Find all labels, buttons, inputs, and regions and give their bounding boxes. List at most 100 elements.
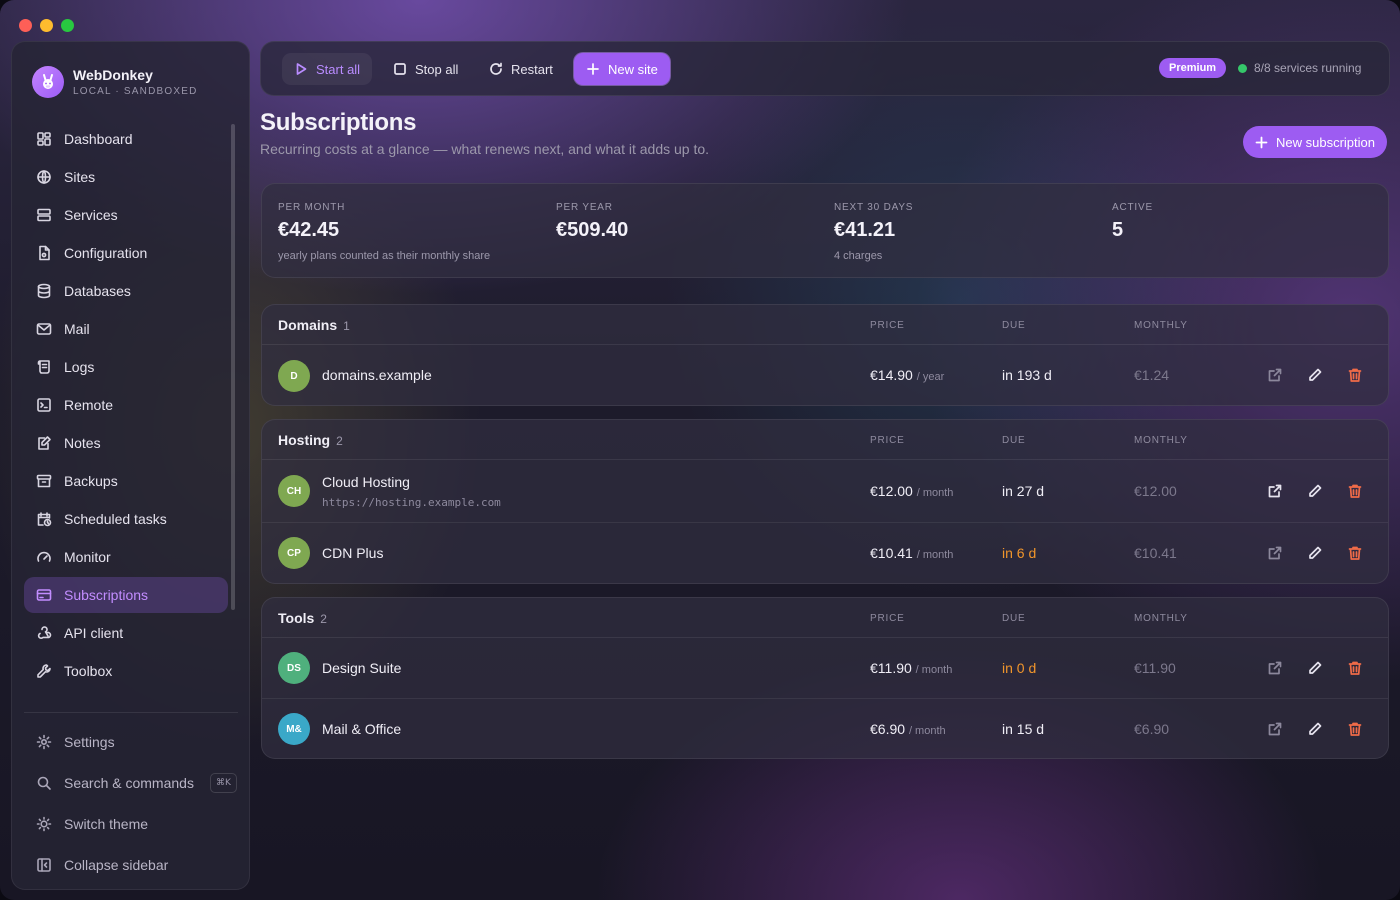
zoom-window-button[interactable] [61,19,74,32]
start-all-button[interactable]: Start all [282,53,373,85]
open-link-button[interactable] [1267,545,1285,563]
sidebar-item-monitor[interactable]: Monitor [24,539,228,575]
switch-theme-button[interactable]: Switch theme [24,804,238,844]
services-status: 8/8 services running [1238,61,1361,75]
status-text: 8/8 services running [1254,61,1362,75]
avatar: CP [278,537,310,569]
search-commands-button[interactable]: Search & commands ⌘K [24,763,238,803]
sidebar-item-sites[interactable]: Sites [24,159,228,195]
column-header-due: DUE [1002,613,1026,624]
settings-label: Settings [64,734,115,750]
sidebar-collapse-icon [37,858,51,872]
sidebar-item-api-client[interactable]: API client [24,615,228,651]
subscription-row[interactable]: CH Cloud Hosting https://hosting.example… [262,460,1388,523]
wrench-icon [37,664,51,678]
open-link-button[interactable] [1267,660,1285,678]
brand[interactable]: WebDonkey LOCAL · SANDBOXED [32,66,198,98]
price-value: €12.00 [870,483,913,499]
trash-icon [1348,484,1362,498]
subscription-row[interactable]: M& Mail & Office €6.90 / month in 15 d €… [262,699,1388,758]
calendar-clock-icon [37,512,52,527]
sidebar-item-remote[interactable]: Remote [24,387,228,423]
search-label: Search & commands [64,775,194,791]
new-site-label: New site [608,61,658,77]
sidebar-item-configuration[interactable]: Configuration [24,235,228,271]
open-link-button[interactable] [1267,721,1285,739]
group-title: Tools 2 [278,610,327,626]
edit-button[interactable] [1307,721,1325,739]
plus-icon [587,63,599,75]
sidebar-item-backups[interactable]: Backups [24,463,228,499]
sidebar-item-subscriptions[interactable]: Subscriptions [24,577,228,613]
subscription-url[interactable]: https://hosting.example.com [322,496,501,509]
settings-button[interactable]: Settings [24,722,238,762]
sidebar-item-dashboard[interactable]: Dashboard [24,121,228,157]
shortcut-badge: ⌘K [209,773,237,793]
subscription-due: in 6 d [1002,545,1037,561]
subscription-due: in 27 d [1002,483,1045,499]
edit-button[interactable] [1307,545,1325,563]
window-controls [19,19,74,32]
subscription-row[interactable]: DS Design Suite €11.90 / month in 0 d €1… [262,638,1388,699]
sidebar-item-mail[interactable]: Mail [24,311,228,347]
sidebar-item-label: API client [64,625,124,641]
external-link-icon [1268,722,1282,736]
mail-icon [36,323,52,335]
sidebar-item-toolbox[interactable]: Toolbox [24,653,228,689]
sidebar-item-services[interactable]: Services [24,197,228,233]
webhook-icon [37,626,52,639]
avatar: DS [278,652,310,684]
delete-button[interactable] [1347,367,1365,385]
column-header-due: DUE [1002,435,1026,446]
stop-all-button[interactable]: Stop all [381,53,470,85]
edit-button[interactable] [1307,483,1325,501]
open-link-button[interactable] [1267,483,1285,501]
sidebar-scrollbar[interactable] [231,124,235,610]
minimize-window-button[interactable] [40,19,53,32]
sidebar-item-databases[interactable]: Databases [24,273,228,309]
sidebar-item-label: Notes [64,435,101,451]
sidebar-item-label: Logs [64,359,95,375]
collapse-sidebar-button[interactable]: Collapse sidebar [24,845,238,885]
delete-button[interactable] [1347,721,1365,739]
sidebar-item-label: Sites [64,169,96,185]
avatar: D [278,360,310,392]
sidebar-item-label: Remote [64,397,114,413]
restart-button[interactable]: Restart [477,53,565,85]
open-link-button[interactable] [1267,367,1285,385]
subscription-row[interactable]: D domains.example €14.90 / year in 193 d… [262,345,1388,405]
sidebar-item-notes[interactable]: Notes [24,425,228,461]
sidebar-item-label: Toolbox [64,663,113,679]
restart-icon [490,62,502,75]
stat-value: €41.21 [834,219,896,241]
status-dot-icon [1238,63,1247,73]
price-period: / month [915,664,953,676]
sidebar-item-label: Dashboard [64,131,133,147]
stop-all-label: Stop all [415,61,459,77]
external-link-icon [1268,661,1282,675]
sidebar-item-logs[interactable]: Logs [24,349,228,385]
delete-button[interactable] [1347,545,1365,563]
external-link-icon [1268,546,1282,560]
stat-value: €42.45 [278,219,340,241]
top-toolbar: Start all Stop all Restart New site Prem… [260,41,1390,96]
dashboard-icon [37,132,51,146]
new-subscription-button[interactable]: New subscription [1243,126,1387,158]
delete-button[interactable] [1347,660,1365,678]
price-period: / month [916,487,954,499]
group-tools: Tools 2 PRICE DUE MONTHLY DS Design Suite… [261,597,1389,759]
subscription-row[interactable]: CP CDN Plus €10.41 / month in 6 d €10.41 [262,523,1388,583]
new-site-button[interactable]: New site [574,53,670,85]
stat-next-30-days: NEXT 30 DAYS €41.21 4 charges [834,202,913,262]
sidebar-item-label: Mail [64,321,90,337]
subscription-due: in 0 d [1002,660,1037,676]
delete-button[interactable] [1347,483,1365,501]
edit-button[interactable] [1307,367,1325,385]
sidebar-item-label: Monitor [64,549,111,565]
stat-value: 5 [1112,219,1124,241]
trash-icon [1348,722,1362,736]
group-count: 1 [343,319,350,333]
sidebar-item-scheduled-tasks[interactable]: Scheduled tasks [24,501,228,537]
close-window-button[interactable] [19,19,32,32]
edit-button[interactable] [1307,660,1325,678]
